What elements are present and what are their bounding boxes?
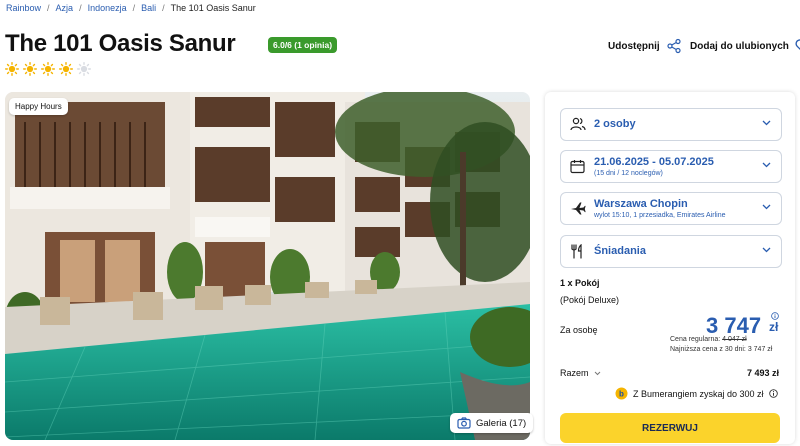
info-icon[interactable] bbox=[768, 389, 778, 398]
per-person-label: Za osobę bbox=[560, 325, 598, 335]
total-toggle[interactable]: Razem bbox=[560, 368, 601, 378]
page-title: The 101 Oasis Sanur bbox=[5, 30, 236, 57]
dates-duration: (15 dni / 12 noclegów) bbox=[594, 170, 663, 177]
sun-icon bbox=[59, 62, 73, 76]
category-rating bbox=[5, 62, 91, 76]
bumerang-row: b Z Bumerangiem zyskaj do 300 zł bbox=[615, 387, 778, 400]
airplane-icon bbox=[571, 202, 586, 215]
regular-price: 4 047 zł bbox=[722, 336, 747, 343]
departure-value: Warszawa Chopin bbox=[594, 198, 688, 210]
guests-select[interactable]: 2 osoby bbox=[560, 108, 782, 141]
dates-select[interactable]: 21.06.2025 - 05.07.2025 (15 dni / 12 noc… bbox=[560, 150, 782, 183]
chevron-down-icon bbox=[594, 371, 600, 375]
departure-select[interactable]: Warszawa Chopin wylot 15:10, 1 przesiadk… bbox=[560, 192, 782, 225]
favorite-label: Dodaj do ulubionych bbox=[690, 40, 789, 52]
sun-icon bbox=[41, 62, 55, 76]
guests-value: 2 osoby bbox=[594, 118, 636, 130]
chevron-down-icon bbox=[762, 162, 771, 168]
users-icon bbox=[570, 117, 586, 131]
total-label: Razem bbox=[560, 368, 589, 378]
gallery-label: Galeria (17) bbox=[476, 417, 527, 429]
rating-badge[interactable]: 6.0/6 (1 opinia) bbox=[268, 37, 338, 53]
breadcrumb-item-indonezja[interactable]: Indonezja bbox=[88, 3, 127, 13]
chevron-down-icon bbox=[762, 204, 771, 210]
breadcrumb-separator: / bbox=[162, 3, 165, 13]
room-count: 1 x Pokój bbox=[560, 278, 600, 288]
share-label: Udostępnij bbox=[608, 40, 660, 52]
camera-icon bbox=[457, 417, 471, 429]
lowest-price-30d: Najniższa cena z 30 dni: 3 747 zł bbox=[670, 346, 773, 353]
sun-empty-icon bbox=[77, 62, 91, 76]
svg-text:b: b bbox=[619, 390, 624, 399]
sun-icon bbox=[23, 62, 37, 76]
calendar-icon bbox=[570, 160, 585, 174]
hotel-photo[interactable] bbox=[5, 92, 530, 440]
breadcrumb-separator: / bbox=[47, 3, 50, 13]
heart-icon bbox=[795, 39, 800, 51]
board-value: Śniadania bbox=[594, 245, 646, 257]
breadcrumb: Rainbow / Azja / Indonezja / Bali / The 101 … bbox=[6, 3, 256, 13]
board-select[interactable]: Śniadania bbox=[560, 235, 782, 268]
breadcrumb-separator: / bbox=[132, 3, 136, 13]
info-icon[interactable] bbox=[771, 312, 779, 320]
total-price: 7 493 zł bbox=[747, 368, 780, 378]
room-type: (Pokój Deluxe) bbox=[560, 295, 620, 305]
chevron-down-icon bbox=[762, 120, 771, 126]
happy-hours-badge: Happy Hours bbox=[9, 98, 68, 115]
breadcrumb-item-rainbow[interactable]: Rainbow bbox=[6, 3, 41, 13]
dates-value: 21.06.2025 - 05.07.2025 bbox=[594, 156, 714, 168]
share-icon bbox=[667, 38, 681, 54]
breadcrumb-current: The 101 Oasis Sanur bbox=[170, 3, 256, 13]
breadcrumb-item-azja[interactable]: Azja bbox=[56, 3, 74, 13]
bumerang-logo-icon: b bbox=[615, 387, 628, 400]
gallery-button[interactable]: Galeria (17) bbox=[450, 413, 534, 433]
favorite-button[interactable]: Dodaj do ulubionych bbox=[690, 38, 800, 54]
bumerang-text: Z Bumerangiem zyskaj do 300 zł bbox=[633, 388, 764, 399]
departure-details: wylot 15:10, 1 przesiadka, Emirates Airl… bbox=[594, 212, 726, 219]
share-button[interactable]: Udostępnij bbox=[608, 38, 682, 54]
cutlery-icon bbox=[571, 244, 582, 259]
breadcrumb-separator: / bbox=[79, 3, 82, 13]
price-currency: zł bbox=[769, 320, 779, 334]
breadcrumb-item-bali[interactable]: Bali bbox=[141, 3, 156, 13]
sun-icon bbox=[5, 62, 19, 76]
hotel-pool-image bbox=[5, 92, 530, 440]
regular-price-label: Cena regularna: bbox=[670, 336, 721, 343]
regular-price-row: Cena regularna: 4 047 zł bbox=[670, 336, 747, 343]
chevron-down-icon bbox=[762, 247, 771, 253]
reserve-button[interactable]: REZERWUJ bbox=[560, 413, 780, 443]
